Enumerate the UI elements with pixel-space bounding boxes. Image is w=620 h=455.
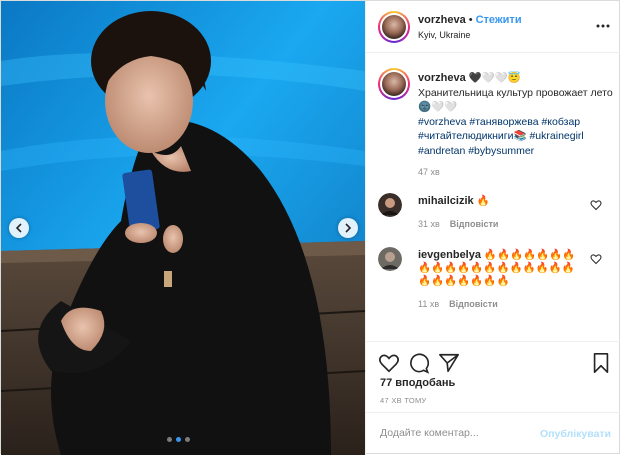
- reply-button[interactable]: Відповісти: [450, 219, 499, 229]
- reply-button[interactable]: Відповісти: [449, 299, 498, 309]
- carousel-dot: [167, 437, 172, 442]
- location-link[interactable]: Kyiv, Ukraine: [418, 30, 470, 40]
- bookmark-icon[interactable]: [590, 352, 612, 374]
- caption-body: Хранительница культур провожает лето 🌚🤍🤍: [418, 86, 613, 114]
- follow-button[interactable]: Стежити: [476, 14, 522, 26]
- more-dots-icon: [596, 24, 610, 28]
- heart-outline-icon[interactable]: [590, 199, 602, 211]
- caption-username-emoji: 🖤🤍🤍😇: [468, 72, 521, 84]
- more-options-button[interactable]: [595, 18, 611, 34]
- avatar[interactable]: [378, 247, 402, 271]
- likes-count[interactable]: 77 вподобань: [380, 377, 455, 389]
- hashtag-link[interactable]: #vorzheva: [418, 116, 466, 128]
- share-icon[interactable]: [438, 352, 460, 374]
- comment-icon[interactable]: [408, 352, 430, 374]
- comment-input[interactable]: [380, 427, 530, 439]
- comments-section: vorzheva 🖤🤍🤍😇 Хранительница культур пров…: [366, 53, 620, 341]
- comment-body: ievgenbelya 🔥🔥🔥🔥🔥🔥🔥🔥🔥🔥🔥🔥🔥🔥🔥🔥🔥🔥🔥🔥🔥🔥🔥🔥🔥🔥: [418, 249, 583, 288]
- comment-username[interactable]: mihailcizik: [418, 195, 474, 207]
- hashtag-link[interactable]: #таняворжева: [469, 116, 538, 128]
- previous-slide-button[interactable]: [9, 218, 29, 238]
- hashtag-link[interactable]: #ukrainegirl: [529, 130, 583, 142]
- caption-text: vorzheva 🖤🤍🤍😇 Хранительница культур пров…: [418, 71, 614, 158]
- hashtag-link[interactable]: #читайтелюдикниги📚: [418, 130, 527, 142]
- post-side-panel: vorzheva • Стежити Kyiv, Ukraine vorzheva …: [365, 1, 620, 455]
- carousel-dot: [176, 437, 181, 442]
- carousel-dot: [185, 437, 190, 442]
- comment-username[interactable]: ievgenbelya: [418, 249, 481, 261]
- instagram-post: vorzheva • Стежити Kyiv, Ukraine vorzheva …: [0, 0, 620, 455]
- comment-text: 🔥: [476, 195, 490, 207]
- post-photo[interactable]: [1, 1, 365, 455]
- avatar[interactable]: [378, 11, 410, 43]
- header-user-line: vorzheva • Стежити: [418, 14, 522, 26]
- chevron-right-icon: [345, 223, 352, 233]
- comment-body: mihailcizik 🔥: [418, 195, 583, 208]
- heart-outline-icon[interactable]: [378, 352, 400, 374]
- hashtag-link[interactable]: #andretan: [418, 145, 465, 157]
- caption-hashtags: #vorzheva #таняворжева #кобзар #читайтел…: [418, 116, 584, 157]
- publish-button[interactable]: Опублікувати: [540, 428, 611, 440]
- comment-time[interactable]: 11 хв: [418, 299, 439, 309]
- comment-meta: 11 хв Відповісти: [418, 299, 498, 309]
- post-header: vorzheva • Стежити Kyiv, Ukraine: [366, 1, 620, 53]
- header-separator: •: [468, 14, 473, 26]
- chevron-left-icon: [15, 223, 22, 233]
- caption-time[interactable]: 47 хв: [418, 167, 440, 177]
- avatar[interactable]: [378, 68, 410, 100]
- header-username[interactable]: vorzheva: [418, 14, 466, 26]
- hashtag-link[interactable]: #кобзар: [541, 116, 580, 128]
- caption-username[interactable]: vorzheva: [418, 72, 466, 84]
- avatar[interactable]: [378, 193, 402, 217]
- next-slide-button[interactable]: [338, 218, 358, 238]
- comment-time[interactable]: 31 хв: [418, 219, 440, 229]
- action-bar: 77 вподобань 47 ХВ ТОМУ: [366, 341, 620, 411]
- carousel-indicator: [167, 437, 190, 442]
- post-timestamp[interactable]: 47 ХВ ТОМУ: [380, 396, 427, 405]
- add-comment-form: Опублікувати: [366, 412, 620, 455]
- heart-outline-icon[interactable]: [590, 253, 602, 265]
- photo-scene-image: [1, 1, 365, 455]
- hashtag-link[interactable]: #bybysummer: [468, 145, 534, 157]
- comment-meta: 31 хв Відповісти: [418, 219, 498, 229]
